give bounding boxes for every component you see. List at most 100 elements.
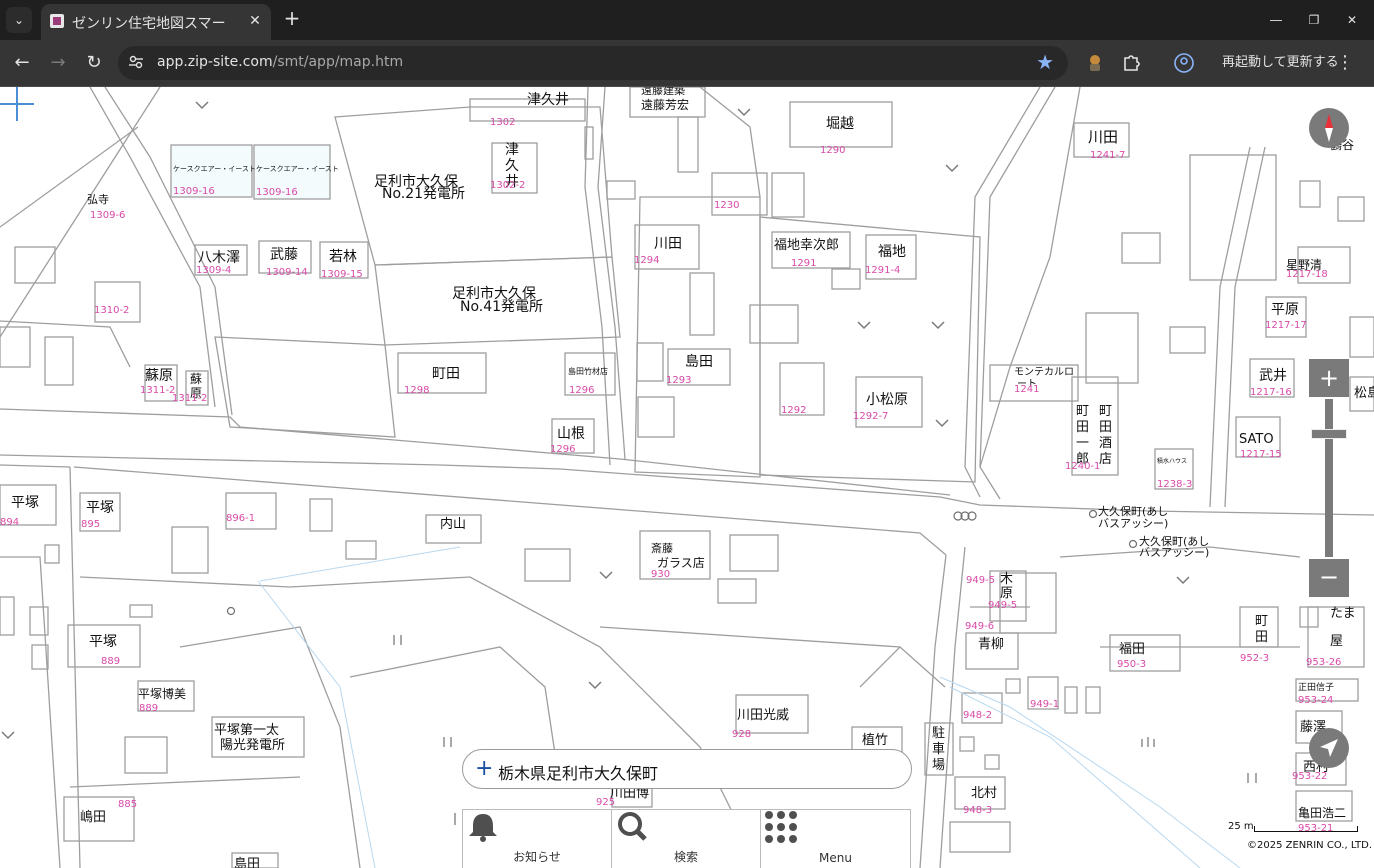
- map-label: 店: [1099, 452, 1113, 467]
- lot-number: 952-3: [1240, 653, 1270, 664]
- map-label: 町: [1099, 404, 1113, 419]
- lot-number: 1241-7: [1090, 150, 1126, 161]
- map-label: No.41発電所: [460, 299, 544, 315]
- map-canvas[interactable]: 津久井 遠藤建築 遠藤芳宏 堀越 川田 ケースクエアー・イースト ケースクエアー・イースト足…: [0, 87, 1374, 868]
- map-label: 堀越: [826, 116, 854, 132]
- zoom-slider-track[interactable]: [1325, 399, 1333, 557]
- tab-search-button[interactable]: ⌄: [6, 7, 32, 33]
- browser-toolbar: ← → ↻ app.zip-site.com/smt/app/map.htm ★…: [0, 40, 1374, 87]
- map-label: 山根: [557, 426, 585, 442]
- map-label: 場: [932, 758, 946, 773]
- bookmark-star-icon[interactable]: ★: [1036, 50, 1054, 74]
- forward-arrow-icon[interactable]: →: [46, 51, 70, 75]
- map-label: 町: [1076, 404, 1090, 419]
- lot-number: 894: [0, 517, 20, 528]
- scale-line: [1254, 826, 1358, 832]
- menu-label: Menu: [819, 851, 852, 865]
- lot-number: 1291-4: [865, 265, 901, 276]
- lot-number: 1298: [404, 385, 430, 396]
- lot-number: 1311-2: [172, 393, 208, 404]
- zoom-slider-handle[interactable]: [1311, 429, 1347, 439]
- new-tab-button[interactable]: +: [280, 7, 304, 31]
- map-label: 亀田浩二: [1298, 806, 1347, 820]
- lot-number: 1309-15: [321, 269, 363, 280]
- map-label: 平塚: [86, 500, 114, 516]
- map-label: 青柳: [978, 637, 1005, 652]
- lot-number: 1309-14: [266, 267, 308, 278]
- reload-icon[interactable]: ↻: [82, 51, 106, 75]
- lot-number: 1230: [714, 200, 740, 211]
- notifications-label: お知らせ: [513, 850, 561, 864]
- lot-number: 1302: [490, 117, 516, 128]
- lot-number: 1294: [634, 255, 660, 266]
- profile-icon[interactable]: [1173, 52, 1195, 74]
- lot-number: 1241: [1014, 384, 1040, 395]
- scale-bar: 25 m: [1228, 820, 1360, 834]
- map-label: 弘寺: [87, 193, 109, 206]
- current-location-button[interactable]: [1309, 728, 1349, 768]
- lot-number: 1309-6: [90, 210, 126, 221]
- menu-button[interactable]: Menu: [761, 810, 910, 868]
- site-settings-icon[interactable]: [128, 54, 144, 70]
- compass-icon[interactable]: [1309, 108, 1349, 148]
- lot-number: 1217-17: [1265, 320, 1307, 331]
- lot-number: 1309-16: [256, 187, 298, 198]
- map-label: ケースクエアー・イースト: [173, 165, 256, 173]
- lot-number: 953-26: [1306, 657, 1342, 668]
- map-label: 福地: [878, 244, 906, 260]
- restore-icon[interactable]: ❐: [1301, 8, 1327, 32]
- close-tab-icon[interactable]: ✕: [246, 12, 264, 30]
- lot-number: 948-2: [963, 710, 993, 721]
- map-label: 酒: [1099, 436, 1113, 451]
- close-window-icon[interactable]: ✕: [1339, 8, 1365, 32]
- relaunch-update-button[interactable]: 再起動して更新する ⋮: [1210, 47, 1362, 79]
- browser-tab[interactable]: ゼンリン住宅地図スマー ✕: [41, 4, 271, 40]
- bell-icon: [469, 814, 497, 842]
- current-address: 栃木県足利市大久保町: [498, 764, 659, 783]
- lot-number: 953-24: [1298, 695, 1334, 706]
- map-label: 田: [1255, 630, 1269, 645]
- lot-number: 1217-18: [1286, 269, 1328, 280]
- map-label: 嶋田: [80, 810, 107, 825]
- map-label: 津: [505, 142, 519, 158]
- map-label: 屋: [1330, 634, 1344, 649]
- map-label: 久: [505, 158, 519, 174]
- map-label: 北村: [971, 786, 998, 801]
- minimize-icon[interactable]: ―: [1263, 8, 1289, 32]
- more-menu-icon[interactable]: ⋮: [1336, 47, 1354, 79]
- map-label: 川田光威: [737, 708, 790, 723]
- map-label: 積水ハウス: [1157, 458, 1188, 465]
- map-label: 駐: [932, 726, 946, 741]
- map-label: SATO: [1239, 432, 1274, 447]
- map-label: 武井: [1259, 368, 1287, 384]
- map-label: 平塚第一太: [214, 723, 280, 738]
- map-center-crosshair: [0, 87, 34, 121]
- back-arrow-icon[interactable]: ←: [10, 51, 34, 75]
- lot-number: 930: [651, 569, 671, 580]
- notifications-button[interactable]: お知らせ: [463, 810, 612, 868]
- lot-number: 1291: [791, 258, 817, 269]
- plus-icon[interactable]: +: [475, 756, 493, 781]
- address-bar[interactable]: app.zip-site.com/smt/app/map.htm ★: [118, 46, 1068, 80]
- lot-number: 1217-16: [1250, 387, 1292, 398]
- lot-number: 1311-2: [140, 385, 176, 396]
- lot-number: 1217-15: [1240, 449, 1282, 460]
- map-label: 島田竹材店: [568, 367, 608, 376]
- map-label: 町田: [432, 366, 460, 382]
- extension-icon[interactable]: [1084, 52, 1106, 74]
- address-search-box[interactable]: + 栃木県足利市大久保町: [462, 749, 912, 789]
- lot-number: 889: [139, 703, 159, 714]
- search-label: 検索: [673, 850, 698, 864]
- zoom-out-button[interactable]: −: [1309, 559, 1349, 597]
- lot-number: 1296: [569, 385, 595, 396]
- zoom-in-button[interactable]: +: [1309, 359, 1349, 397]
- map-label: ケースクエアー・イースト: [256, 165, 339, 173]
- map-label: バスアッシー): [1098, 517, 1169, 530]
- puzzle-icon[interactable]: [1120, 52, 1142, 74]
- lot-number: 1296: [550, 444, 576, 455]
- map-label: 小松原: [866, 392, 908, 408]
- search-button[interactable]: 検索: [612, 810, 761, 868]
- map-label: 平塚: [89, 634, 117, 650]
- scale-label: 25 m: [1228, 821, 1254, 832]
- map-label: 島田: [234, 857, 261, 868]
